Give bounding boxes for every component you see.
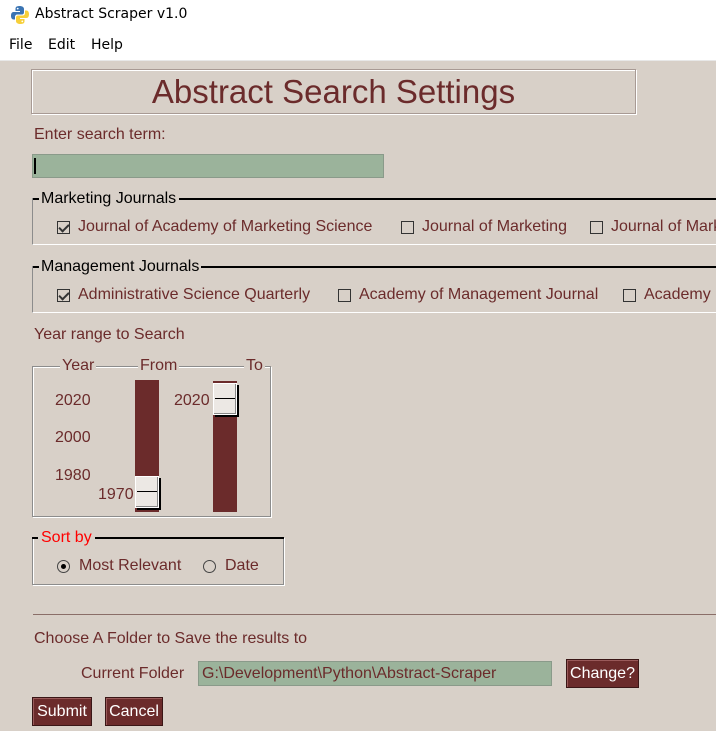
checkbox-box[interactable]	[57, 288, 70, 302]
checkbox-box[interactable]	[338, 288, 351, 302]
text-caret	[34, 158, 36, 174]
folder-label: Choose A Folder to Save the results to	[34, 630, 308, 647]
sort-by-title: Sort by	[41, 529, 92, 546]
checkbox-jams[interactable]: Journal of Academy of Marketing Science	[57, 218, 372, 236]
year-range-label: Year range to Search	[34, 326, 185, 343]
window-title: Abstract Scraper v1.0	[35, 6, 188, 22]
page-title: Abstract Search Settings	[151, 72, 516, 110]
change-folder-button[interactable]: Change?	[566, 659, 639, 688]
current-folder-label: Current Folder	[81, 665, 185, 682]
to-value-label: 2020	[174, 392, 210, 409]
section-divider	[33, 614, 716, 615]
checkbox-box[interactable]	[57, 220, 70, 234]
current-folder-field[interactable]	[198, 661, 552, 686]
radio-label: Most Relevant	[79, 557, 182, 574]
checkbox-jmr[interactable]: Journal of Mark	[590, 218, 716, 236]
cancel-button[interactable]: Cancel	[105, 697, 163, 726]
radio-date[interactable]: Date	[203, 557, 259, 575]
radio-button[interactable]	[203, 559, 216, 573]
from-value-label: 1970	[98, 486, 134, 503]
header-box: Abstract Search Settings	[31, 69, 636, 114]
to-slider-handle[interactable]	[213, 383, 237, 415]
checkbox-jm[interactable]: Journal of Marketing	[401, 218, 567, 236]
checkbox-asq[interactable]: Administrative Science Quarterly	[57, 286, 310, 304]
scale-tick-label: 1980	[55, 467, 91, 484]
radio-button[interactable]	[57, 559, 70, 573]
marketing-journals-title: Marketing Journals	[41, 190, 177, 207]
python-icon	[11, 6, 29, 24]
radio-label: Date	[225, 557, 259, 574]
menu-help[interactable]: Help	[91, 37, 123, 53]
checkbox-label: Journal of Academy of Marketing Science	[78, 218, 373, 235]
scale-tick-label: 2000	[55, 429, 91, 446]
checkbox-amr[interactable]: Academy	[623, 286, 711, 304]
management-journals-title: Management Journals	[41, 258, 200, 275]
checkbox-label: Journal of Marketing	[422, 218, 567, 235]
menu-file[interactable]: File	[9, 37, 32, 53]
checkbox-box[interactable]	[623, 288, 636, 302]
checkbox-label: Academy of Management Journal	[359, 286, 599, 303]
search-label: Enter search term:	[34, 126, 166, 143]
checkbox-box[interactable]	[401, 220, 414, 234]
title-bar: Abstract Scraper v1.0	[0, 0, 716, 30]
submit-button[interactable]: Submit	[32, 697, 92, 726]
from-column-label: From	[138, 357, 180, 375]
checkbox-amj[interactable]: Academy of Management Journal	[338, 286, 598, 304]
radio-most-relevant[interactable]: Most Relevant	[57, 557, 181, 575]
menu-edit[interactable]: Edit	[48, 37, 75, 53]
checkbox-label: Administrative Science Quarterly	[78, 286, 311, 303]
checkbox-label: Journal of Mark	[611, 218, 716, 235]
from-slider-handle[interactable]	[135, 476, 159, 508]
checkbox-box[interactable]	[590, 220, 603, 234]
year-column-label: Year	[60, 357, 97, 375]
checkbox-label: Academy	[644, 286, 711, 303]
to-column-label: To	[244, 357, 265, 375]
search-input[interactable]	[32, 154, 384, 178]
to-slider-track-fill	[213, 380, 237, 381]
menu-bar: File Edit Help	[0, 30, 716, 61]
scale-tick-label: 2020	[55, 392, 91, 409]
